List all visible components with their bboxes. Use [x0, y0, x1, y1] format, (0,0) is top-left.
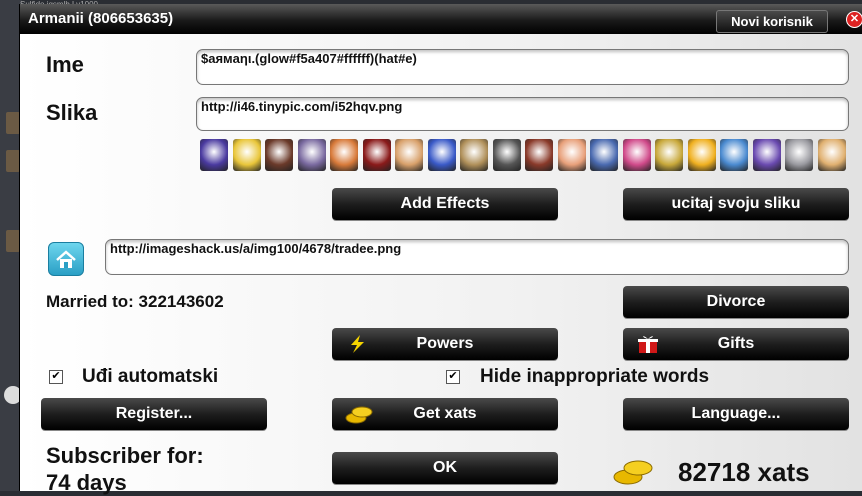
user-avatar — [6, 112, 20, 134]
auto-login-label: Uđi automatski — [82, 366, 219, 387]
avatar-option[interactable] — [720, 139, 748, 171]
language-button[interactable]: Language... — [623, 398, 849, 430]
avatar-option[interactable] — [297, 139, 326, 171]
balance-coins-icon — [612, 456, 658, 491]
add-effects-button[interactable]: Add Effects — [332, 188, 558, 220]
gifts-label: Gifts — [717, 335, 755, 352]
new-user-button[interactable]: Novi korisnik — [716, 10, 828, 33]
user-avatar — [6, 150, 20, 172]
home-icon[interactable] — [48, 242, 84, 276]
avatar-option[interactable] — [427, 139, 456, 171]
name-field[interactable]: $аямaηι.(glow#f5a407#ffffff)(hat#e) — [196, 49, 849, 85]
title-bar[interactable]: Armanii (806653635) Novi korisnik ✕ — [20, 4, 862, 34]
avatar-option[interactable] — [687, 139, 716, 171]
xats-balance: 82718 xats — [678, 457, 810, 487]
subscriber-days: 74 days — [46, 470, 127, 495]
hide-words-label: Hide inappropriate words — [480, 366, 710, 387]
hide-words-checkbox[interactable]: ✔ — [446, 370, 460, 384]
auto-login-checkbox[interactable]: ✔ — [49, 370, 63, 384]
coins-icon — [344, 403, 376, 437]
avatar-url-field[interactable]: http://i46.tinypic.com/i52hqv.png — [196, 97, 849, 131]
user-avatar — [6, 230, 20, 252]
avatar-option[interactable] — [785, 139, 813, 171]
avatar-option[interactable] — [590, 139, 618, 171]
avatar-option[interactable] — [817, 139, 846, 171]
homepage-url-field[interactable]: http://imageshack.us/a/img100/4678/trade… — [105, 239, 849, 275]
name-label: Ime — [46, 52, 84, 77]
avatar-option[interactable] — [752, 139, 781, 171]
upload-image-button[interactable]: ucitaj svoju sliku — [623, 188, 849, 220]
close-icon[interactable]: ✕ — [846, 11, 862, 28]
avatar-option[interactable] — [622, 139, 651, 171]
avatar-option[interactable] — [330, 139, 358, 171]
avatar-label: Slika — [46, 100, 98, 125]
register-button[interactable]: Register... — [41, 398, 267, 430]
avatar-option[interactable] — [557, 139, 586, 171]
get-xats-label: Get xats — [413, 405, 477, 422]
avatar-option[interactable] — [265, 139, 293, 171]
married-to-label: Married to: 322143602 — [46, 292, 224, 311]
avatar-option[interactable] — [492, 139, 521, 171]
lightning-icon — [346, 334, 368, 366]
avatar-option[interactable] — [525, 139, 553, 171]
powers-label: Powers — [416, 335, 474, 352]
subscriber-line: Subscriber for: — [46, 443, 204, 468]
avatar-option[interactable] — [395, 139, 423, 171]
edit-profile-dialog: Armanii (806653635) Novi korisnik ✕ Ime … — [19, 4, 862, 495]
avatar-option[interactable] — [655, 139, 683, 171]
window-title: Armanii (806653635) — [28, 10, 174, 27]
avatar-option[interactable] — [200, 139, 228, 171]
avatar-option[interactable] — [232, 139, 261, 171]
get-xats-button[interactable]: Get xats — [332, 398, 558, 430]
subscriber-info: Subscriber for: 74 days — [46, 442, 204, 496]
gift-icon — [637, 334, 659, 366]
avatar-option[interactable] — [460, 139, 488, 171]
avatar-option[interactable] — [362, 139, 391, 171]
ok-button[interactable]: OK — [332, 452, 558, 484]
gifts-button[interactable]: Gifts — [623, 328, 849, 360]
powers-button[interactable]: Powers — [332, 328, 558, 360]
divorce-button[interactable]: Divorce — [623, 286, 849, 318]
